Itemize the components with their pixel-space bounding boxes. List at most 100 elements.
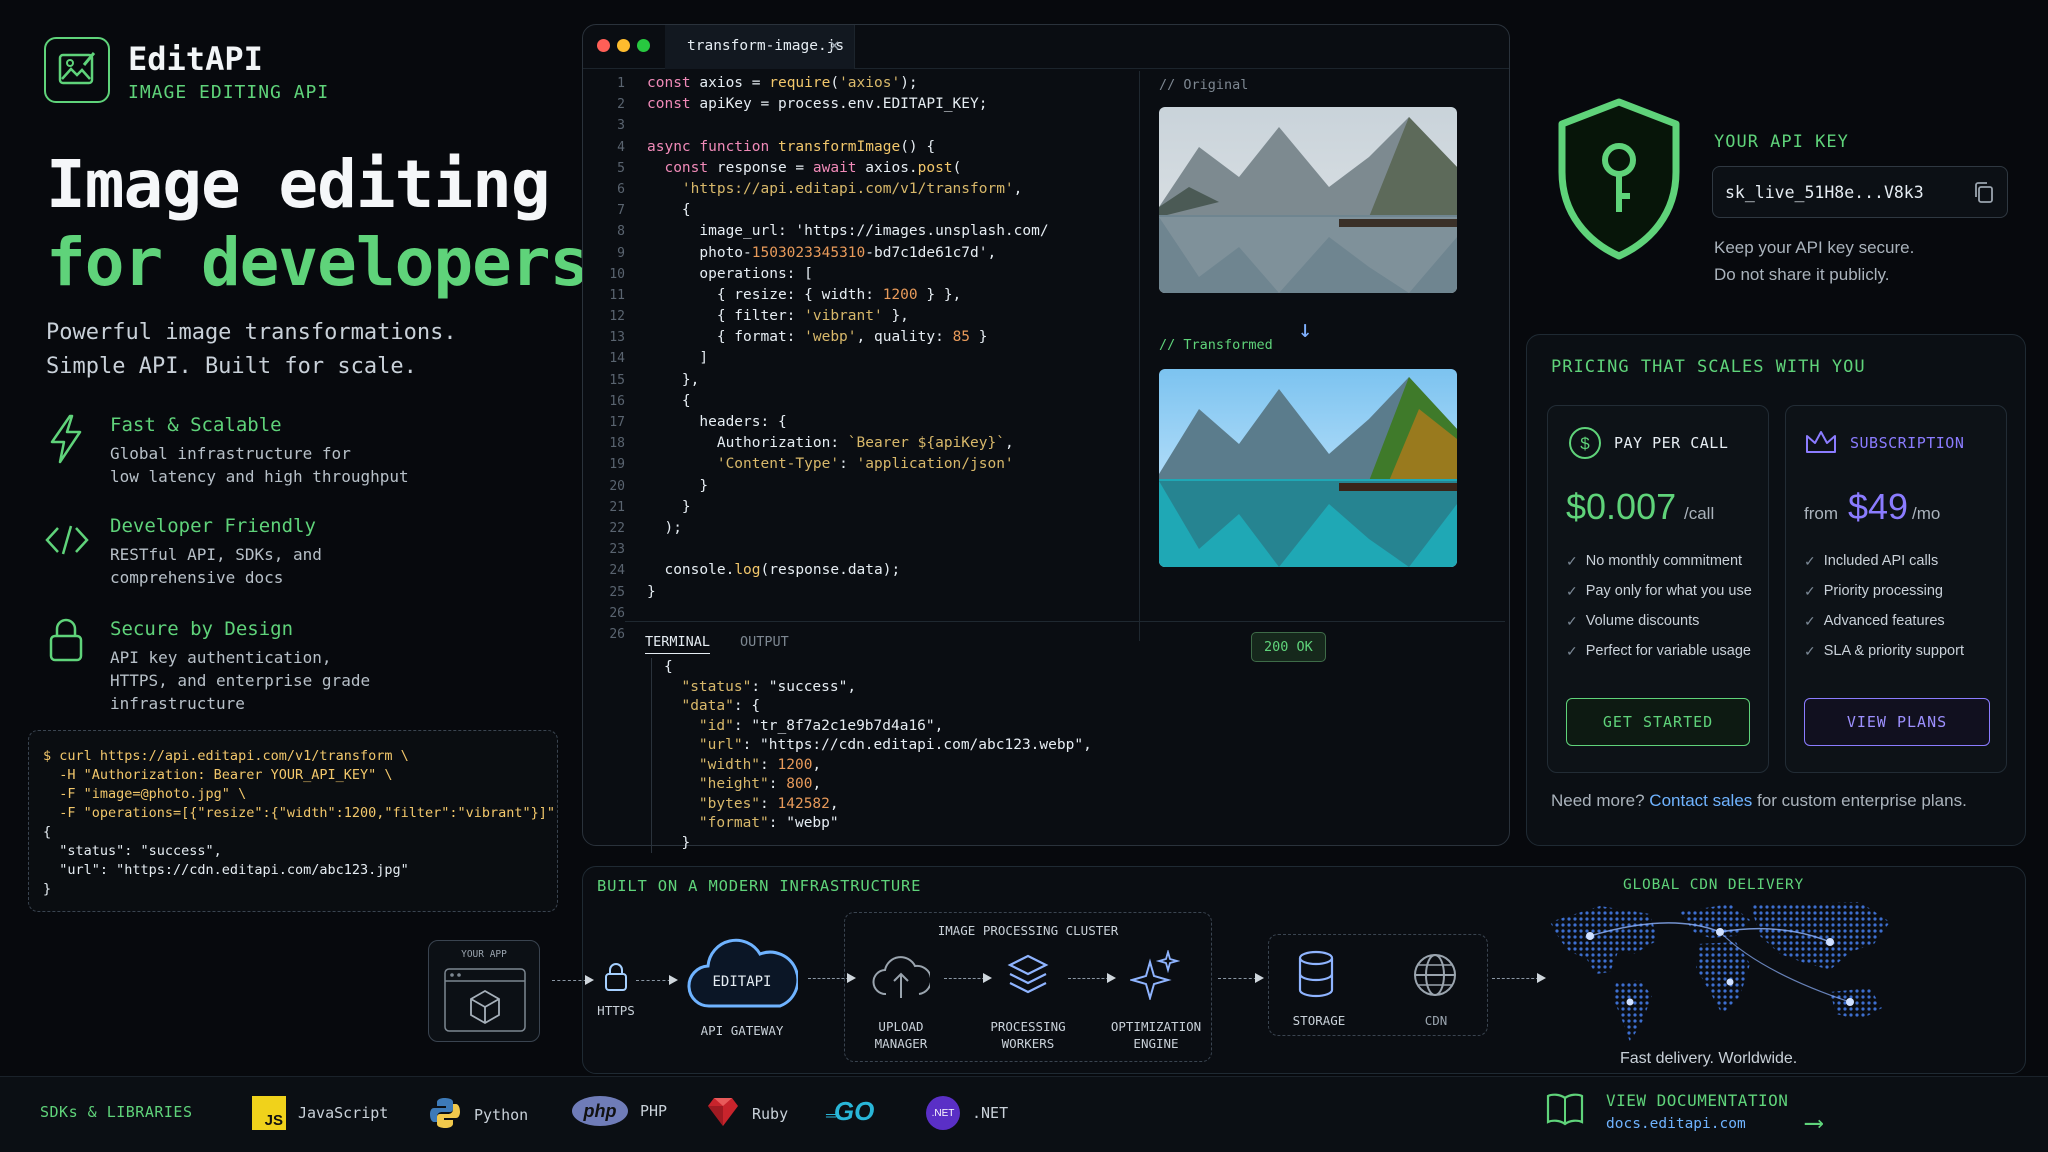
pricing-panel: PRICING THAT SCALES WITH YOU $ PAY PER C… <box>1526 334 2026 846</box>
output-tab[interactable]: OUTPUT <box>740 634 789 650</box>
feature-desc: RESTful API, SDKs, and comprehensive doc… <box>110 545 322 587</box>
check-icon: ✓ <box>1804 612 1816 629</box>
line-number: 21 <box>609 499 625 515</box>
file-tab[interactable]: transform-image.js × <box>665 25 855 69</box>
flow-arrow <box>552 975 594 985</box>
line-number: 8 <box>617 224 625 240</box>
sdk-python[interactable]: Python <box>428 1096 528 1134</box>
line-number: 7 <box>617 203 625 219</box>
php-icon: php <box>572 1096 628 1126</box>
upload-icon <box>872 954 933 1004</box>
api-key-field[interactable]: sk_live_51H8e...V8k3 <box>1712 166 2008 218</box>
your-app-label: YOUR APP <box>461 949 507 960</box>
transformed-image <box>1159 369 1457 567</box>
terminal-line: "bytes": 142582, <box>698 795 839 812</box>
code-line: console.log(response.data); <box>647 562 901 579</box>
flow-arrow <box>944 973 992 983</box>
curl-example-box: $ curl https://api.editapi.com/v1/transf… <box>28 730 558 912</box>
terminal-line: "url": "https://cdn.editapi.com/abc123.w… <box>698 737 1092 753</box>
sdk-name: .NET <box>972 1104 1009 1122</box>
api-gateway-node: EDITAPI <box>686 928 800 1018</box>
subscription-card: SUBSCRIPTION from $49 /mo ✓ Included API … <box>1785 405 2007 773</box>
copy-icon[interactable] <box>1973 181 1995 209</box>
terminal-line: "format": "webp" <box>698 815 839 831</box>
line-number: 5 <box>617 160 625 176</box>
book-icon <box>1546 1092 1584 1130</box>
terminal-output: { "status": "success", "data": { "id": "… <box>651 658 1092 853</box>
check-icon: ✓ <box>1804 642 1816 659</box>
sdk-javascript[interactable]: JS JavaScript <box>252 1096 388 1130</box>
sparkles-icon <box>1128 948 1181 1004</box>
line-number: 2 <box>617 97 625 113</box>
terminal-line: } <box>664 834 691 851</box>
minimize-dot[interactable] <box>617 39 630 52</box>
line-number: 4 <box>617 139 625 155</box>
hero-subtitle-1: Powerful image transformations. <box>46 320 457 345</box>
feature-title: Fast & Scalable <box>110 414 282 436</box>
flow-arrow <box>636 975 678 985</box>
close-tab-icon[interactable]: × <box>829 35 840 56</box>
sdk-name: PHP <box>640 1102 668 1120</box>
line-number: 25 <box>609 584 625 600</box>
cdn-note: Fast delivery. Worldwide. <box>1620 1050 1798 1067</box>
plan-feature-label: Priority processing <box>1823 583 1943 599</box>
go-icon: ═GO <box>826 1096 875 1126</box>
view-docs-link[interactable]: VIEW DOCUMENTATION <box>1606 1091 1788 1110</box>
docs-url[interactable]: docs.editapi.com <box>1606 1116 1746 1132</box>
view-plans-button[interactable]: VIEW PLANS <box>1804 698 1990 746</box>
feature-secure: Secure by Design API key authentication,… <box>110 618 440 715</box>
plan-feature: ✓ Perfect for variable usage <box>1566 636 1752 666</box>
hero-title-line1: Image editing <box>46 146 551 223</box>
curl-line: { <box>43 824 52 840</box>
preview-original-label: // Original <box>1159 77 1249 93</box>
storage-label: STORAGE <box>1292 1013 1346 1028</box>
sdk-go[interactable]: ═GO <box>826 1096 886 1127</box>
lightning-icon <box>46 414 86 468</box>
line-number: 20 <box>609 478 625 494</box>
crown-icon <box>1804 428 1838 462</box>
terminal-line: "height": 800, <box>698 776 822 792</box>
check-icon: ✓ <box>1566 552 1578 569</box>
api-key-value: sk_live_51H8e...V8k3 <box>1725 183 1924 202</box>
hero-title-line2: for developers <box>46 224 589 301</box>
code-line: const response = await axios.post( <box>664 159 962 176</box>
close-dot[interactable] <box>597 39 610 52</box>
plan-unit: /mo <box>1912 504 1941 523</box>
code-line: { <box>647 392 691 409</box>
js-logo-text: JS <box>264 1112 283 1129</box>
feature-developer: Developer Friendly RESTful API, SDKs, an… <box>110 515 440 589</box>
sdk-dotnet[interactable]: .NET .NET <box>926 1096 1008 1130</box>
curl-line: "status": "success", <box>43 843 222 859</box>
curl-line: $ curl https://api.editapi.com/v1/transf… <box>43 748 409 764</box>
pay-per-call-card: $ PAY PER CALL $0.007 /call ✓ No monthly … <box>1547 405 1769 773</box>
pricing-footer-post: for custom enterprise plans. <box>1757 791 1967 810</box>
feature-title: Secure by Design <box>110 618 294 640</box>
line-number: 26 <box>609 626 625 642</box>
https-lock-icon <box>604 962 628 996</box>
line-number: 19 <box>609 457 625 473</box>
maximize-dot[interactable] <box>637 39 650 52</box>
sdks-label: SDKs & LIBRARIES <box>40 1103 193 1121</box>
contact-sales-link[interactable]: Contact sales <box>1649 791 1752 810</box>
sdk-php[interactable]: php PHP <box>572 1096 667 1126</box>
plan-name: SUBSCRIPTION <box>1850 434 1965 452</box>
https-label: HTTPS <box>597 1003 635 1018</box>
view-plans-label: VIEW PLANS <box>1846 713 1948 731</box>
plan-feature: ✓ Pay only for what you use <box>1566 576 1752 606</box>
get-started-button[interactable]: GET STARTED <box>1566 698 1750 746</box>
feature-desc: Global infrastructure for low latency an… <box>110 444 409 486</box>
gateway-label: API GATEWAY <box>700 1023 784 1038</box>
original-image <box>1159 107 1457 293</box>
plan-unit: /call <box>1684 504 1715 523</box>
check-icon: ✓ <box>1804 582 1816 599</box>
arrow-right-icon[interactable]: ⟶ <box>1806 1108 1822 1138</box>
curl-line: -H "Authorization: Bearer YOUR_API_KEY" … <box>43 767 393 783</box>
sdk-ruby[interactable]: Ruby <box>706 1096 788 1132</box>
api-key-note-2: Do not share it publicly. <box>1714 265 1890 284</box>
sdk-name: JavaScript <box>298 1104 389 1122</box>
sdk-name: Ruby <box>752 1105 789 1123</box>
editor-titlebar: transform-image.js × <box>583 25 1509 69</box>
terminal-tab[interactable]: TERMINAL <box>645 634 711 654</box>
code-line: }, <box>647 371 700 388</box>
flow-arrow <box>1218 973 1264 983</box>
